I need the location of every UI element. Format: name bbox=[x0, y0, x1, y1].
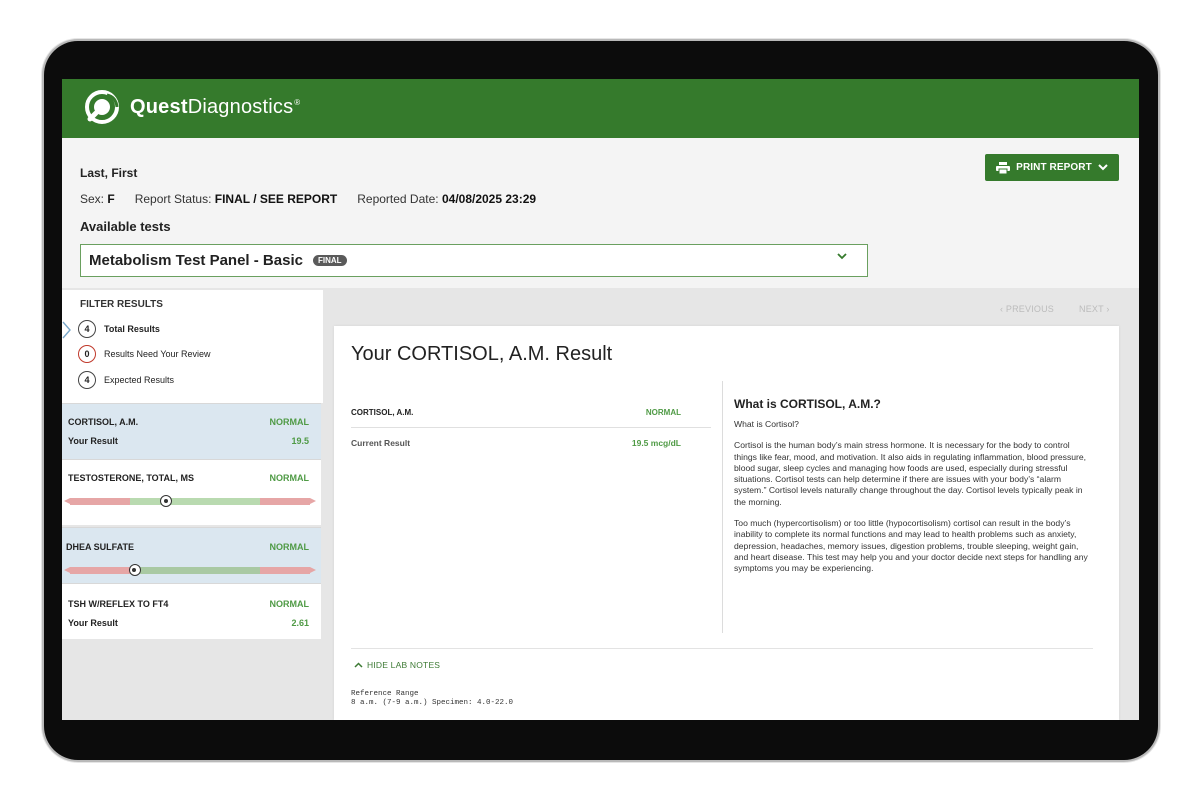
result-name: CORTISOL, A.M. bbox=[68, 417, 139, 427]
hide-lab-notes-toggle[interactable]: HIDE LAB NOTES bbox=[354, 660, 440, 670]
next-link[interactable]: NEXT › bbox=[1079, 304, 1110, 314]
sex-info: Sex: F bbox=[80, 192, 115, 206]
result-card-testosterone[interactable]: TESTOSTERONE, TOTAL, MS NORMAL bbox=[62, 459, 321, 525]
chevron-down-icon bbox=[1098, 164, 1108, 171]
result-summary-row: CORTISOL, A.M. NORMAL bbox=[351, 406, 711, 428]
filter-label: Results Need Your Review bbox=[104, 349, 211, 359]
previous-link[interactable]: ‹ PREVIOUS bbox=[1000, 304, 1054, 314]
printer-icon bbox=[996, 161, 1011, 174]
reported-date: Reported Date: 04/08/2025 23:29 bbox=[357, 192, 537, 206]
final-badge: FINAL bbox=[312, 255, 347, 266]
chevron-up-icon bbox=[354, 662, 363, 668]
info-heading: What is CORTISOL, A.M.? bbox=[734, 397, 881, 411]
current-result-label: Current Result bbox=[351, 438, 411, 448]
result-name: TESTOSTERONE, TOTAL, MS bbox=[68, 473, 195, 483]
report-meta: Sex: F Report Status: FINAL / SEE REPORT… bbox=[80, 192, 556, 206]
available-tests-heading: Available tests bbox=[80, 219, 171, 234]
filter-need-review[interactable]: 0 Results Need Your Review bbox=[78, 345, 211, 363]
filter-label: Expected Results bbox=[104, 375, 175, 385]
result-value: 2.61 bbox=[291, 618, 309, 628]
result-value: 19.5 bbox=[291, 436, 309, 446]
report-status: Report Status: FINAL / SEE REPORT bbox=[134, 192, 338, 206]
info-paragraph: Too much (hypercortisolism) or too littl… bbox=[734, 518, 1088, 574]
result-marker bbox=[128, 564, 141, 576]
patient-name: Last, First bbox=[80, 166, 138, 180]
result-card-cortisol[interactable]: CORTISOL, A.M. NORMAL Your Result 19.5 bbox=[62, 403, 321, 459]
filter-total-results[interactable]: 4 Total Results bbox=[78, 320, 160, 338]
info-subheading: What is Cortisol? bbox=[734, 419, 799, 429]
brand-name: QuestDiagnostics® bbox=[130, 95, 301, 118]
result-card-dhea[interactable]: DHEA SULFATE NORMAL bbox=[62, 527, 321, 583]
hide-lab-notes-label: HIDE LAB NOTES bbox=[367, 660, 441, 670]
selected-filter-indicator bbox=[62, 321, 71, 339]
test-panel-select[interactable]: Metabolism Test Panel - Basic FINAL bbox=[80, 244, 868, 277]
filter-results-panel: FILTER RESULTS 4 Total Results 0 Results… bbox=[62, 290, 323, 403]
count-badge: 4 bbox=[78, 320, 96, 338]
result-status: NORMAL bbox=[269, 542, 310, 552]
print-report-label: PRINT REPORT bbox=[1016, 162, 1092, 173]
current-result-value: 19.5 mcg/dL bbox=[631, 438, 681, 448]
result-status: NORMAL bbox=[645, 408, 681, 417]
result-label: Your Result bbox=[68, 618, 118, 628]
quest-logo-icon bbox=[85, 90, 119, 124]
divider bbox=[351, 648, 1093, 649]
count-badge: 0 bbox=[78, 345, 96, 363]
result-name: TSH W/REFLEX TO FT4 bbox=[68, 599, 169, 609]
info-paragraph: Cortisol is the human body’s main stress… bbox=[734, 440, 1087, 507]
print-report-button[interactable]: PRINT REPORT bbox=[985, 154, 1119, 181]
result-card-tsh[interactable]: TSH W/REFLEX TO FT4 NORMAL Your Result 2… bbox=[62, 583, 321, 639]
filter-expected-results[interactable]: 4 Expected Results bbox=[78, 371, 174, 389]
lab-notes: Reference Range 8 a.m. (7-9 a.m.) Specim… bbox=[351, 690, 514, 707]
app-screen: QuestDiagnostics® Last, First Sex: F Rep… bbox=[62, 79, 1139, 720]
result-title: Your CORTISOL, A.M. Result bbox=[351, 343, 613, 365]
result-label: Your Result bbox=[68, 436, 118, 446]
result-name: DHEA SULFATE bbox=[66, 542, 135, 552]
column-divider bbox=[722, 381, 723, 633]
test-info: What is CORTISOL, A.M.? What is Cortisol… bbox=[734, 397, 1094, 585]
result-marker bbox=[160, 495, 172, 507]
result-detail-panel: Your CORTISOL, A.M. Result CORTISOL, A.M… bbox=[334, 326, 1119, 720]
app-header: QuestDiagnostics® bbox=[62, 79, 1139, 138]
count-badge: 4 bbox=[78, 371, 96, 389]
test-name: CORTISOL, A.M. bbox=[351, 408, 414, 417]
filter-title: FILTER RESULTS bbox=[80, 299, 163, 310]
result-status: NORMAL bbox=[269, 599, 310, 609]
quest-logo[interactable]: QuestDiagnostics® bbox=[82, 87, 300, 127]
selected-test-name: Metabolism Test Panel - Basic bbox=[89, 252, 303, 269]
range-bar bbox=[64, 495, 316, 507]
result-status: NORMAL bbox=[269, 417, 310, 427]
range-bar bbox=[64, 564, 316, 576]
chevron-down-icon bbox=[837, 253, 847, 260]
filter-label: Total Results bbox=[104, 324, 160, 334]
result-status: NORMAL bbox=[269, 473, 310, 483]
